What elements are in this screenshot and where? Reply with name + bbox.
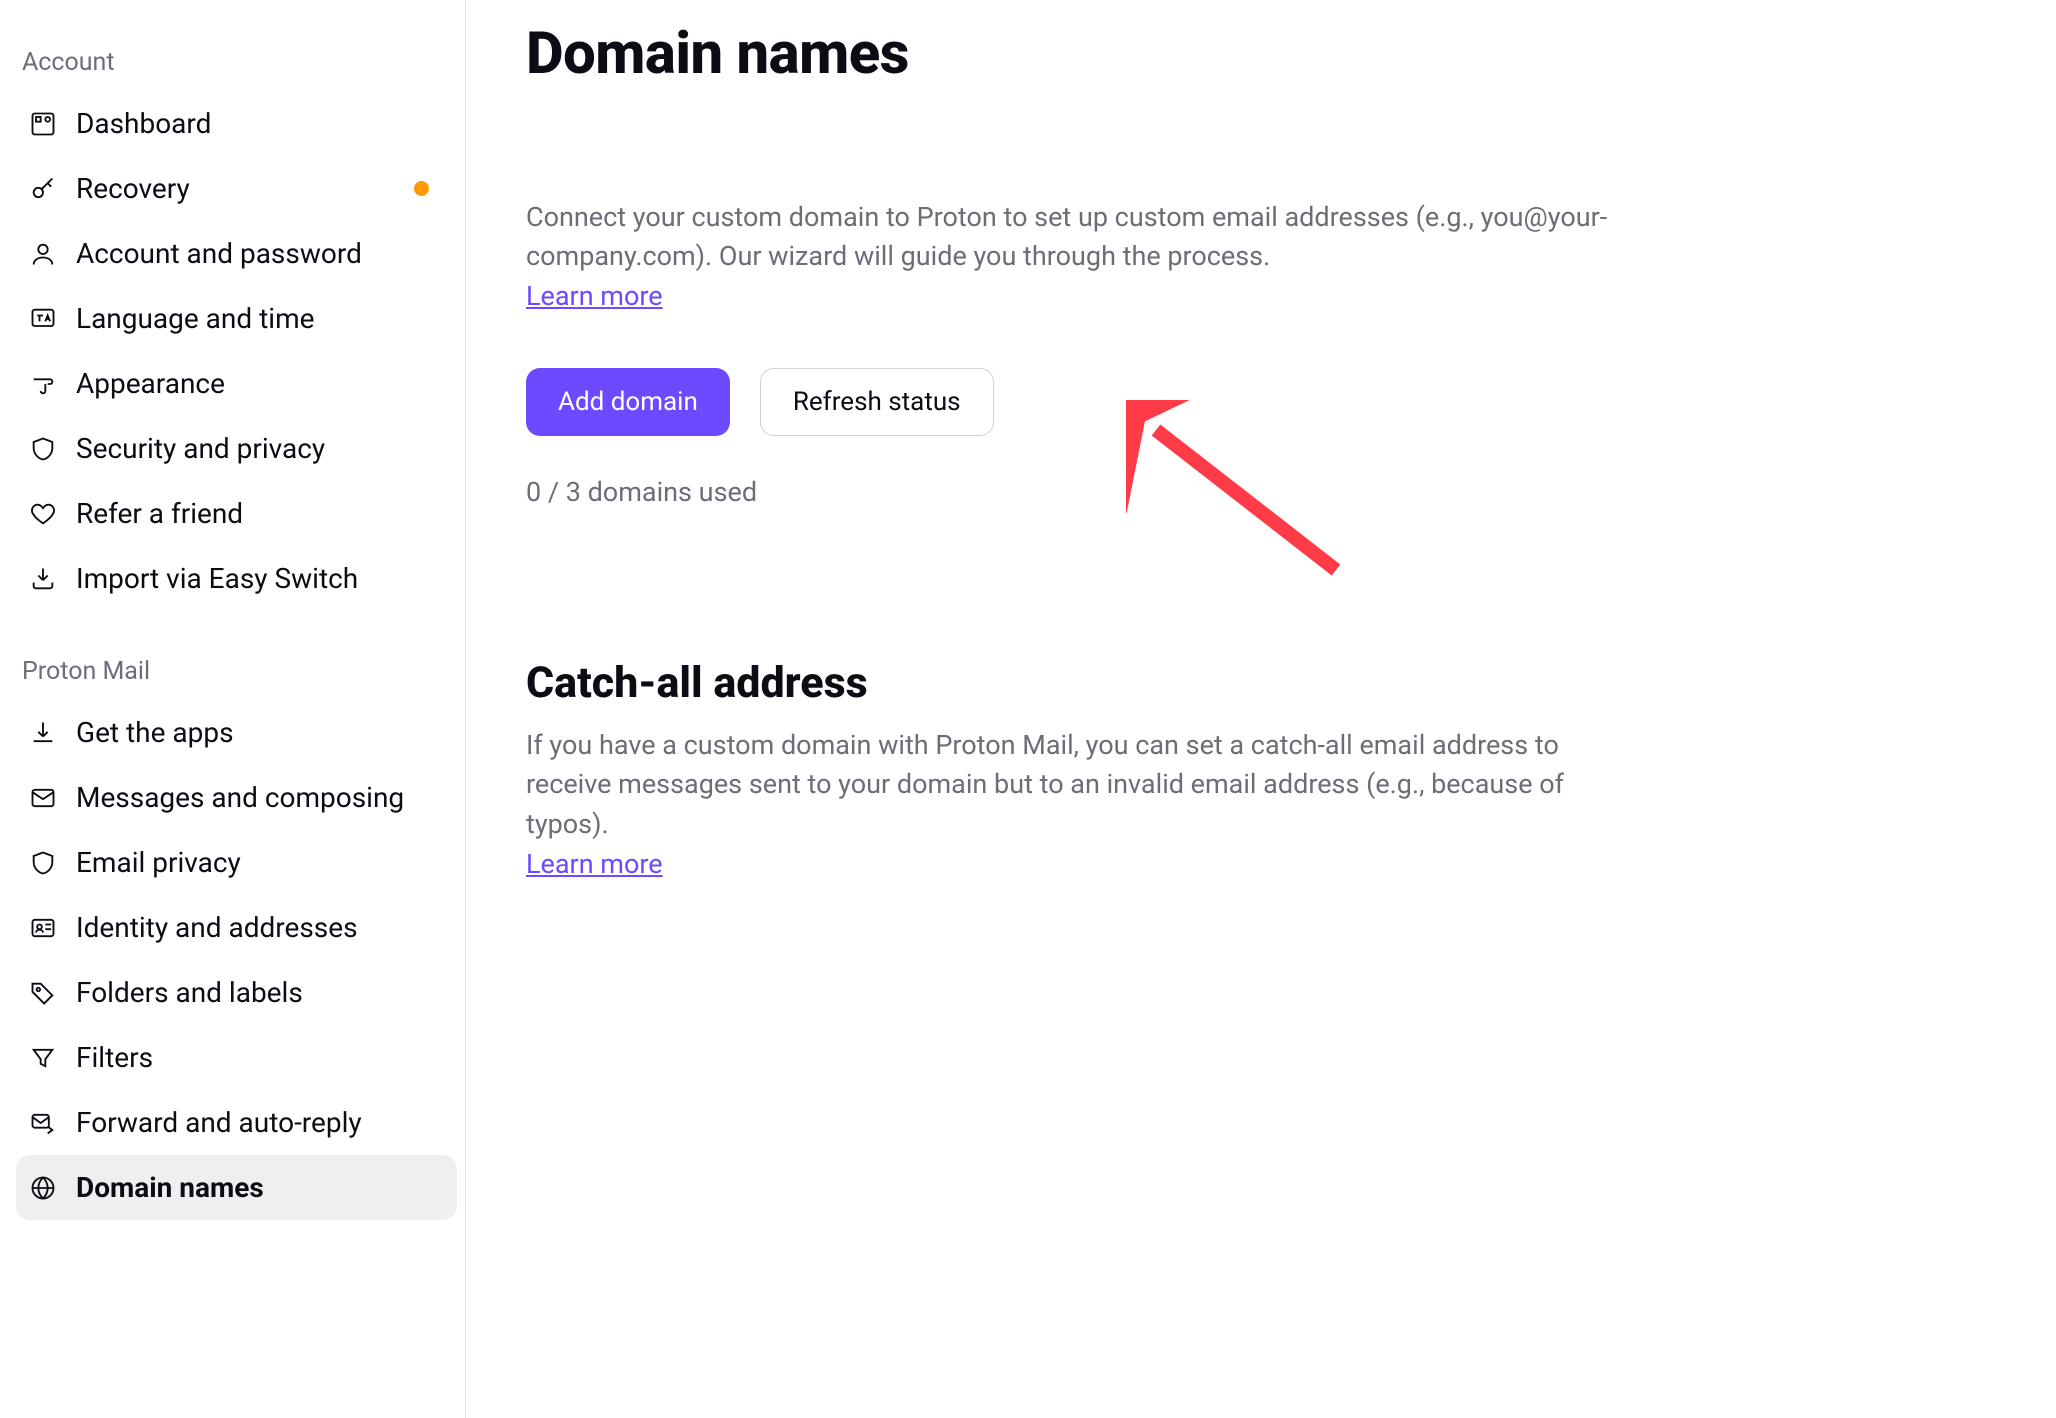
sidebar-item-label: Domain names — [76, 1171, 264, 1204]
sidebar-item-label: Language and time — [76, 302, 314, 335]
learn-more-domains-link[interactable]: Learn more — [526, 280, 663, 312]
sidebar-item-label: Identity and addresses — [76, 911, 358, 944]
tag-icon — [28, 978, 58, 1008]
brush-icon — [28, 369, 58, 399]
sidebar-item-folders-labels[interactable]: Folders and labels — [16, 960, 457, 1025]
button-row: Add domain Refresh status — [526, 368, 1996, 436]
sidebar-item-import-easy-switch[interactable]: Import via Easy Switch — [16, 546, 457, 611]
envelope-icon — [28, 783, 58, 813]
sidebar-item-label: Dashboard — [76, 107, 211, 140]
sidebar-item-domain-names[interactable]: Domain names — [16, 1155, 457, 1220]
id-icon — [28, 913, 58, 943]
sidebar-item-label: Forward and auto-reply — [76, 1106, 362, 1139]
domain-description: Connect your custom domain to Proton to … — [526, 198, 1646, 276]
sidebar-section-header-mail: Proton Mail — [16, 639, 457, 700]
sidebar-item-account-password[interactable]: Account and password — [16, 221, 457, 286]
filter-icon — [28, 1043, 58, 1073]
sidebar-item-refer-friend[interactable]: Refer a friend — [16, 481, 457, 546]
learn-more-catchall-link[interactable]: Learn more — [526, 848, 663, 880]
notification-dot — [414, 181, 429, 196]
sidebar-item-identity-addresses[interactable]: Identity and addresses — [16, 895, 457, 960]
heart-icon — [28, 499, 58, 529]
sidebar-item-recovery[interactable]: Recovery — [16, 156, 457, 221]
sidebar-item-filters[interactable]: Filters — [16, 1025, 457, 1090]
sidebar-item-language-time[interactable]: Language and time — [16, 286, 457, 351]
sidebar-item-dashboard[interactable]: Dashboard — [16, 91, 457, 156]
refresh-status-button[interactable]: Refresh status — [760, 368, 994, 436]
sidebar-item-label: Folders and labels — [76, 976, 303, 1009]
forward-icon — [28, 1108, 58, 1138]
sidebar-item-messages-composing[interactable]: Messages and composing — [16, 765, 457, 830]
sidebar-item-email-privacy[interactable]: Email privacy — [16, 830, 457, 895]
shield-icon — [28, 848, 58, 878]
sidebar-item-label: Filters — [76, 1041, 153, 1074]
download-icon — [28, 718, 58, 748]
catch-all-description: If you have a custom domain with Proton … — [526, 726, 1646, 843]
add-domain-button[interactable]: Add domain — [526, 368, 730, 436]
sidebar-item-label: Refer a friend — [76, 497, 243, 530]
page-title: Domain names — [526, 20, 1996, 88]
sidebar-item-label: Account and password — [76, 237, 362, 270]
sidebar-item-label: Appearance — [76, 367, 225, 400]
shield-icon — [28, 434, 58, 464]
sidebar-item-label: Email privacy — [76, 846, 241, 879]
main-content: Domain names Connect your custom domain … — [466, 0, 2056, 1418]
sidebar-item-appearance[interactable]: Appearance — [16, 351, 457, 416]
sidebar-item-label: Import via Easy Switch — [76, 562, 358, 595]
globe-icon — [28, 1173, 58, 1203]
user-icon — [28, 239, 58, 269]
dashboard-icon — [28, 109, 58, 139]
sidebar-item-label: Messages and composing — [76, 781, 404, 814]
import-icon — [28, 564, 58, 594]
sidebar-item-label: Recovery — [76, 172, 190, 205]
key-icon — [28, 174, 58, 204]
sidebar-item-security-privacy[interactable]: Security and privacy — [16, 416, 457, 481]
sidebar-item-forward-autoreply[interactable]: Forward and auto-reply — [16, 1090, 457, 1155]
sidebar-item-get-apps[interactable]: Get the apps — [16, 700, 457, 765]
language-icon — [28, 304, 58, 334]
sidebar-item-label: Security and privacy — [76, 432, 325, 465]
sidebar-section-header-account: Account — [16, 30, 457, 91]
domain-usage-text: 0 / 3 domains used — [526, 476, 1996, 508]
catch-all-title: Catch-all address — [526, 658, 1996, 708]
sidebar-item-label: Get the apps — [76, 716, 234, 749]
sidebar: Account Dashboard Recovery Account and p… — [0, 0, 466, 1418]
